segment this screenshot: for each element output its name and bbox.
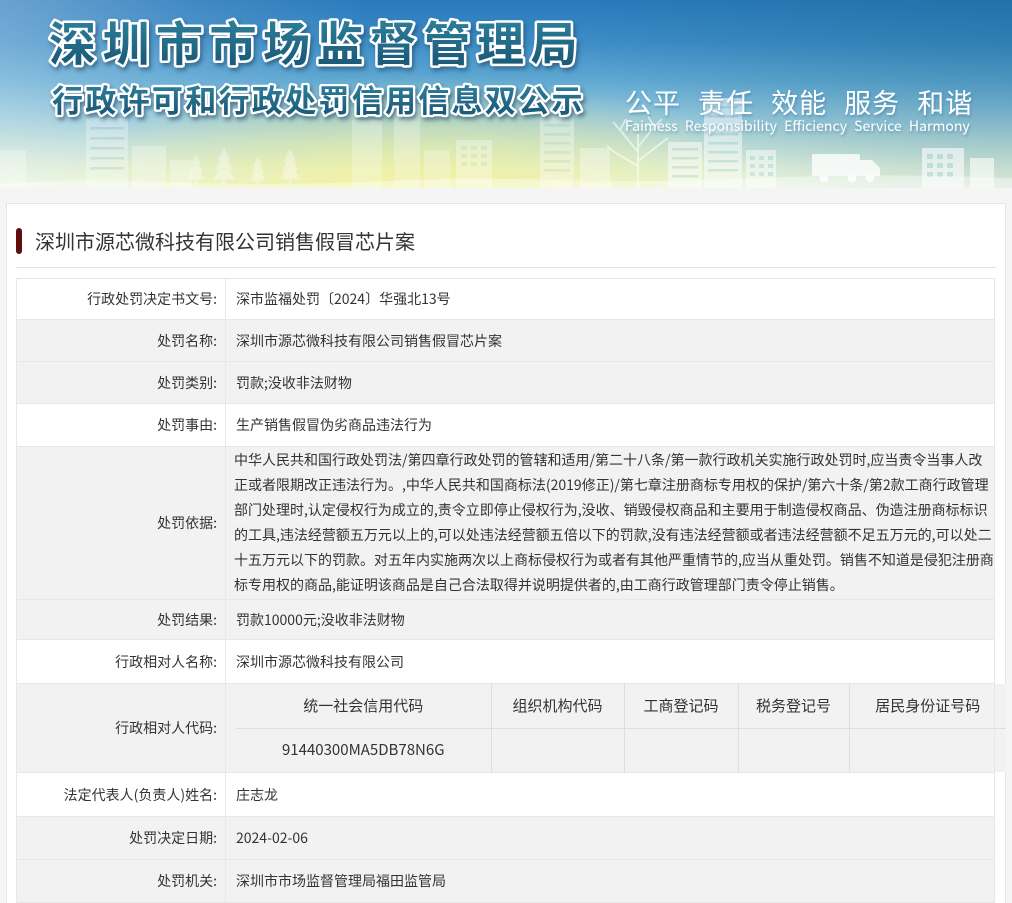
table-row: 行政处罚决定书文号: 深市监福处罚〔2024〕华强北13号 <box>17 279 995 320</box>
row-label: 处罚机关: <box>17 860 226 903</box>
pine-tree-icon <box>250 157 265 185</box>
table-row: 处罚事由: 生产销售假冒伪劣商品违法行为 <box>17 404 995 447</box>
banner-art: 深圳市市场监督管理局 行政许可和行政处罚信用信息双公示 公平 责任 效能 服务 … <box>0 0 1012 188</box>
row-label: 行政处罚决定书文号: <box>17 279 226 320</box>
table-row: 处罚依据: 中华人民共和国行政处罚法/第四章行政处罚的管辖和适用/第二十八条/第… <box>17 447 995 600</box>
table-row: 处罚结果: 罚款10000元;没收非法财物 <box>17 600 995 640</box>
code-table: 统一社会信用代码 组织机构代码 工商登记码 税务登记号 居民身份证号码 9144… <box>236 684 1006 772</box>
article-title-block: 深圳市源芯微科技有限公司销售假冒芯片案 <box>16 227 996 254</box>
row-label: 处罚依据: <box>17 447 226 600</box>
row-value: 深圳市源芯微科技有限公司 <box>226 640 995 684</box>
banner-title: 深圳市市场监督管理局 <box>49 6 584 75</box>
code-col-header: 税务登记号 <box>738 684 849 728</box>
pine-tree-icon <box>214 147 235 185</box>
row-value: 罚款10000元;没收非法财物 <box>226 600 995 640</box>
row-label: 行政相对人代码: <box>17 684 226 773</box>
row-label: 处罚事由: <box>17 404 226 447</box>
pine-tree-icon <box>280 149 300 185</box>
page-body: 深圳市源芯微科技有限公司销售假冒芯片案 行政处罚决定书文号: 深市监福处罚〔20… <box>0 188 1012 903</box>
row-value-code-table: 统一社会信用代码 组织机构代码 工商登记码 税务登记号 居民身份证号码 9144… <box>226 684 995 773</box>
row-value: 深圳市源芯微科技有限公司销售假冒芯片案 <box>226 320 995 362</box>
table-row: 行政相对人名称: 深圳市源芯微科技有限公司 <box>17 640 995 684</box>
banner-pines <box>188 147 300 185</box>
row-value: 中华人民共和国行政处罚法/第四章行政处罚的管辖和适用/第二十八条/第一款行政机关… <box>226 447 995 600</box>
content-card: 深圳市源芯微科技有限公司销售假冒芯片案 行政处罚决定书文号: 深市监福处罚〔20… <box>6 203 1006 903</box>
row-label: 处罚结果: <box>17 600 226 640</box>
table-row-code: 行政相对人代码: 统一社会信用代码 组织机构代码 工商登记码 税务登记号 居民身… <box>17 684 995 773</box>
code-col-value: 91440300MA5DB78N6G <box>236 728 491 772</box>
row-value: 罚款;没收非法财物 <box>226 362 995 404</box>
table-row: 处罚决定日期: 2024-02-06 <box>17 817 995 860</box>
page-title: 深圳市源芯微科技有限公司销售假冒芯片案 <box>35 227 415 254</box>
row-label: 法定代表人(负责人)姓名: <box>17 773 226 817</box>
row-label: 行政相对人名称: <box>17 640 226 684</box>
penalty-info-table: 行政处罚决定书文号: 深市监福处罚〔2024〕华强北13号 处罚名称: 深圳市源… <box>16 278 995 903</box>
code-col-value <box>738 728 849 772</box>
table-row: 处罚机关: 深圳市市场监督管理局福田监管局 <box>17 860 995 903</box>
title-accent-bar <box>16 228 22 254</box>
code-col-value <box>491 728 624 772</box>
row-label: 处罚决定日期: <box>17 817 226 860</box>
row-value: 生产销售假冒伪劣商品违法行为 <box>226 404 995 447</box>
row-value: 深市监福处罚〔2024〕华强北13号 <box>226 279 995 320</box>
row-label: 处罚类别: <box>17 362 226 404</box>
table-row: 法定代表人(负责人)姓名: 庄志龙 <box>17 773 995 817</box>
row-label: 处罚名称: <box>17 320 226 362</box>
table-row: 处罚名称: 深圳市源芯微科技有限公司销售假冒芯片案 <box>17 320 995 362</box>
code-col-value <box>624 728 738 772</box>
row-value: 庄志龙 <box>226 773 995 817</box>
code-col-header: 居民身份证号码 <box>849 684 1006 728</box>
table-row: 处罚类别: 罚款;没收非法财物 <box>17 362 995 404</box>
site-banner: 深圳市市场监督管理局 行政许可和行政处罚信用信息双公示 公平 责任 效能 服务 … <box>0 0 1012 188</box>
code-header-row: 统一社会信用代码 组织机构代码 工商登记码 税务登记号 居民身份证号码 <box>236 684 1006 728</box>
skyline-left-buildings <box>0 118 192 188</box>
banner-subtitle: 行政许可和行政处罚信用信息双公示 <box>52 76 585 121</box>
code-col-header: 工商登记码 <box>624 684 738 728</box>
row-value: 2024-02-06 <box>226 817 995 860</box>
skyline-mid-buildings <box>456 116 610 188</box>
code-col-value <box>849 728 1006 772</box>
row-value: 深圳市市场监督管理局福田监管局 <box>226 860 995 903</box>
code-value-row: 91440300MA5DB78N6G <box>236 728 1006 772</box>
title-divider <box>16 267 996 268</box>
banner-motto-en: Faimess Responsibility Efficiency Servic… <box>625 116 970 136</box>
code-col-header: 组织机构代码 <box>491 684 624 728</box>
code-col-header: 统一社会信用代码 <box>236 684 491 728</box>
